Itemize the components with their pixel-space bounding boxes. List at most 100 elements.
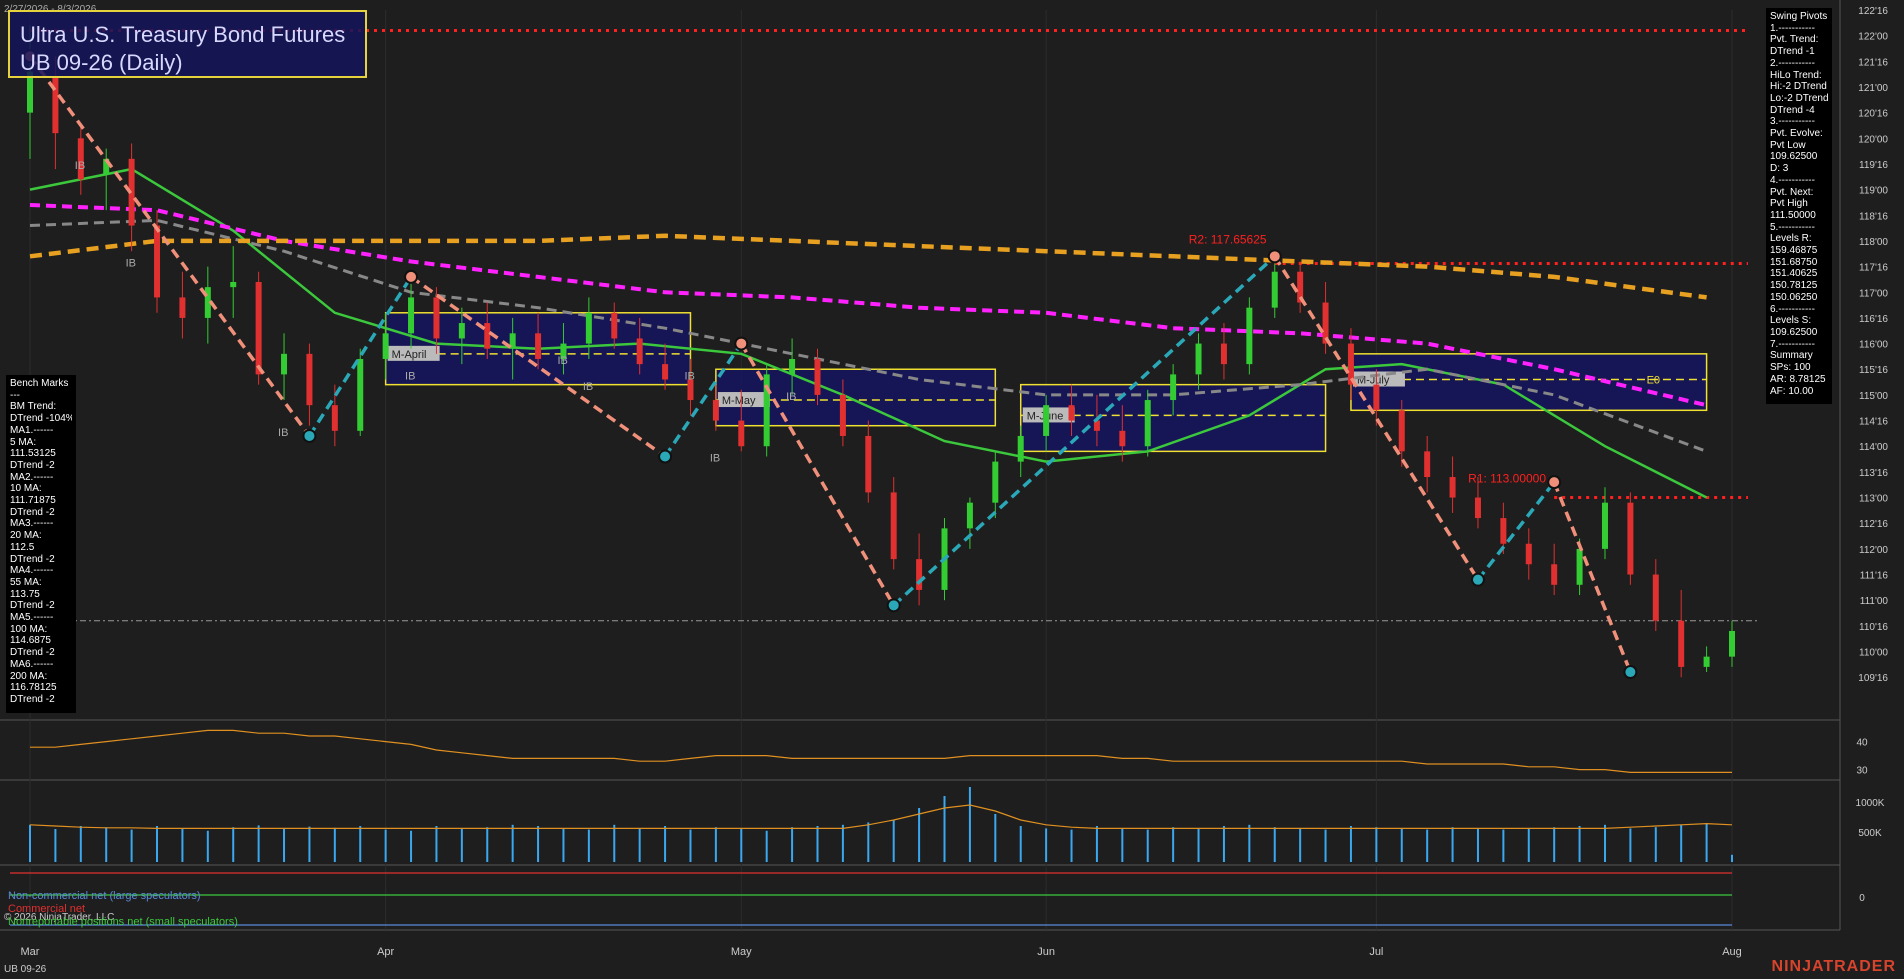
cot-legend-nonreportable: Nonreportable positions net (small specu… [8, 916, 238, 928]
bench_marks-line: 113.75 [10, 588, 40, 600]
price-tick-label: 122'16 [1858, 6, 1888, 17]
swing_pivots-line: Swing Pivots [1770, 11, 1828, 22]
bench_marks-line: MA1.------ [10, 424, 54, 436]
swing_pivots-line: 7.----------- [1770, 338, 1815, 350]
bench_marks-line: --- [10, 389, 20, 401]
candle-body [1373, 384, 1380, 411]
swing_pivots-line: HiLo Trend: [1770, 69, 1822, 81]
bench_marks-line: 111.53125 [10, 448, 56, 460]
month-label: Aug [1722, 946, 1742, 958]
cot-tick-label: 0 [1859, 893, 1865, 904]
candle-body [306, 353, 313, 406]
price-tick-label: 111'16 [1860, 571, 1889, 582]
ib-label: IB [684, 371, 694, 383]
price-tick-label: 122'00 [1858, 32, 1888, 43]
price-tick-label: 120'00 [1858, 134, 1888, 145]
bench_marks-line: 114.6875 [10, 635, 51, 647]
swing_pivots-line: Pvt High [1770, 198, 1808, 210]
swing-pivot-marker [1623, 665, 1638, 680]
candle-body [1119, 430, 1126, 447]
oscillator-line [30, 729, 1732, 773]
candle-body [1271, 271, 1278, 308]
bench_marks-line: Bench Marks [10, 378, 69, 389]
price-tick-label: 113'00 [1859, 494, 1888, 505]
price-tick-label: 119'16 [1859, 160, 1888, 171]
ib-label: IB [75, 160, 85, 172]
candle-body [890, 492, 897, 560]
candle-body [1043, 405, 1050, 436]
swing_pivots-line: 111.50000 [1770, 209, 1816, 221]
price-tick-label: 121'00 [1858, 83, 1888, 94]
ib-label: IB [126, 258, 136, 270]
swing-pivot-marker [658, 449, 673, 464]
swing_pivots-line: Lo:-2 DTrend [1770, 92, 1828, 104]
candle-body [1525, 543, 1532, 565]
bench_marks-line: BM Trend: [10, 401, 57, 413]
candle-body [281, 353, 288, 375]
bench_marks-line: 116.78125 [10, 682, 57, 694]
candle-body [484, 323, 491, 349]
candle-body [1601, 502, 1608, 549]
swing_pivots-line: 109.62500 [1770, 151, 1818, 163]
bench_marks-line: 10 MA: [10, 483, 42, 495]
swing_pivots-line: Summary [1770, 350, 1813, 362]
candle-body [1398, 410, 1405, 452]
candle-body [255, 282, 262, 375]
swing_pivots-line: D: 3 [1770, 163, 1789, 175]
price-tick-label: 121'16 [1858, 57, 1888, 68]
ib-label: IB [786, 391, 796, 403]
month-label: Mar [21, 946, 40, 958]
bench_marks-line: 20 MA: [10, 530, 42, 542]
price-tick-label: 120'16 [1858, 109, 1888, 120]
price-tick-label: 118'00 [1859, 237, 1888, 248]
bench_marks-line: 100 MA: [10, 623, 48, 635]
swing_pivots-line: Pvt Low [1770, 139, 1806, 151]
candle-body [458, 323, 465, 339]
month-label: Apr [377, 946, 394, 958]
swing_pivots-line: AR: 8.78125 [1770, 373, 1826, 385]
pivot-annotation: R1: 113.00000 [1468, 472, 1546, 486]
swing_pivots-line: Pvt. Evolve: [1770, 128, 1823, 140]
swing-pivot-marker [302, 428, 317, 443]
swing-pivot-marker [734, 336, 749, 351]
swing-pivot-marker [886, 598, 901, 613]
bench_marks-line: MA5.------ [10, 612, 54, 624]
candle-body [1220, 343, 1227, 365]
chart-canvas[interactable]: 122'16 122'00 121'16 121'00 120'16 120'00 119'… [0, 0, 1904, 979]
price-tick-label: 117'16 [1859, 263, 1888, 274]
volume-average-line [29, 804, 1733, 829]
month-label: Jul [1369, 946, 1383, 958]
candle-body [966, 502, 973, 529]
swing-pivot-marker [404, 269, 419, 284]
candle-body [1500, 518, 1507, 544]
candle-body [1017, 435, 1024, 462]
candle-body [1449, 477, 1456, 498]
candle-body [636, 338, 643, 365]
oscillator-tick-label: 40 [1856, 738, 1868, 749]
candle-body [154, 225, 161, 298]
swing_pivots-line: 151.68750 [1770, 256, 1818, 268]
candle-body [433, 297, 440, 339]
swing_pivots-line: SPs: 100 [1770, 362, 1811, 374]
price-tick-label: 114'00 [1859, 442, 1888, 453]
price-tick-label: 113'16 [1859, 468, 1888, 479]
candle-body [1627, 502, 1634, 575]
candle-body [865, 435, 872, 493]
bench_marks-line: 5 MA: [10, 436, 37, 448]
bench_marks-line: DTrend -2 [10, 600, 55, 612]
candle-body [687, 379, 694, 401]
month-label: Jun [1037, 946, 1055, 958]
swing_pivots-line: Pvt. Next: [1770, 186, 1814, 198]
cot-legend-noncommercial: Non-commercial net (large speculators) [8, 890, 201, 902]
price-tick-label: 118'16 [1859, 211, 1888, 222]
price-tick-label: 111'00 [1860, 596, 1889, 607]
swing_pivots-line: 5.----------- [1770, 221, 1815, 233]
candle-body [839, 394, 846, 436]
swing_pivots-line: 2.----------- [1770, 57, 1815, 69]
pivot-annotation: R2: 117.65625 [1189, 233, 1267, 247]
candle-body [230, 282, 237, 288]
price-tick-label: 110'16 [1859, 622, 1888, 633]
bench_marks-line: MA2.------ [10, 471, 54, 483]
swing-pivot-marker [1267, 249, 1282, 264]
swing_pivots-line: 6.----------- [1770, 303, 1815, 315]
